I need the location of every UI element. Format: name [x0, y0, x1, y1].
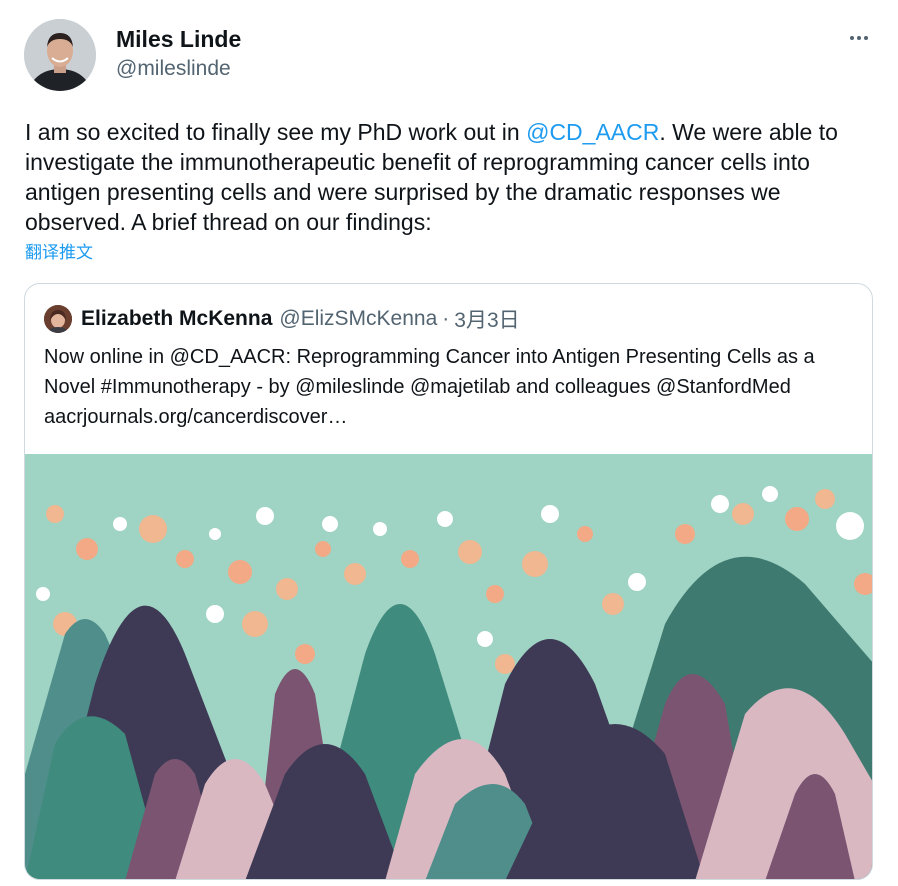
- quoted-media-image[interactable]: [25, 454, 872, 879]
- tweet-text-before: I am so excited to finally see my PhD wo…: [25, 119, 527, 145]
- more-icon[interactable]: [842, 24, 876, 52]
- author-handle[interactable]: @mileslinde: [116, 57, 231, 81]
- author-name[interactable]: Miles Linde: [116, 26, 241, 52]
- mountain-illustration: [25, 454, 872, 879]
- mention-link[interactable]: @CD_AACR: [526, 119, 659, 145]
- translate-link[interactable]: 翻译推文: [25, 242, 93, 264]
- quoted-author-handle[interactable]: @ElizSMcKenna: [279, 307, 437, 331]
- tweet-text: I am so excited to finally see my PhD wo…: [25, 117, 885, 237]
- quoted-separator: ·: [442, 307, 450, 330]
- quoted-author-name[interactable]: Elizabeth McKenna: [81, 307, 272, 331]
- more-dot: [857, 36, 861, 40]
- more-dot: [864, 36, 868, 40]
- quoted-tweet-text: Now online in @CD_AACR: Reprogramming Ca…: [44, 346, 815, 428]
- quoted-author-avatar: [44, 305, 72, 333]
- tweet: Miles Linde @mileslinde I am so excited …: [0, 0, 898, 886]
- author-avatar-image: [24, 19, 96, 91]
- quoted-tweet-header: Elizabeth McKenna @ElizSMcKenna · 3月3日: [44, 305, 520, 333]
- more-dot: [850, 36, 854, 40]
- author-avatar[interactable]: [24, 19, 96, 91]
- quoted-author-avatar-image: [44, 305, 72, 333]
- quoted-date[interactable]: 3月3日: [454, 304, 519, 334]
- quoted-tweet-card[interactable]: Elizabeth McKenna @ElizSMcKenna · 3月3日 N…: [24, 283, 873, 880]
